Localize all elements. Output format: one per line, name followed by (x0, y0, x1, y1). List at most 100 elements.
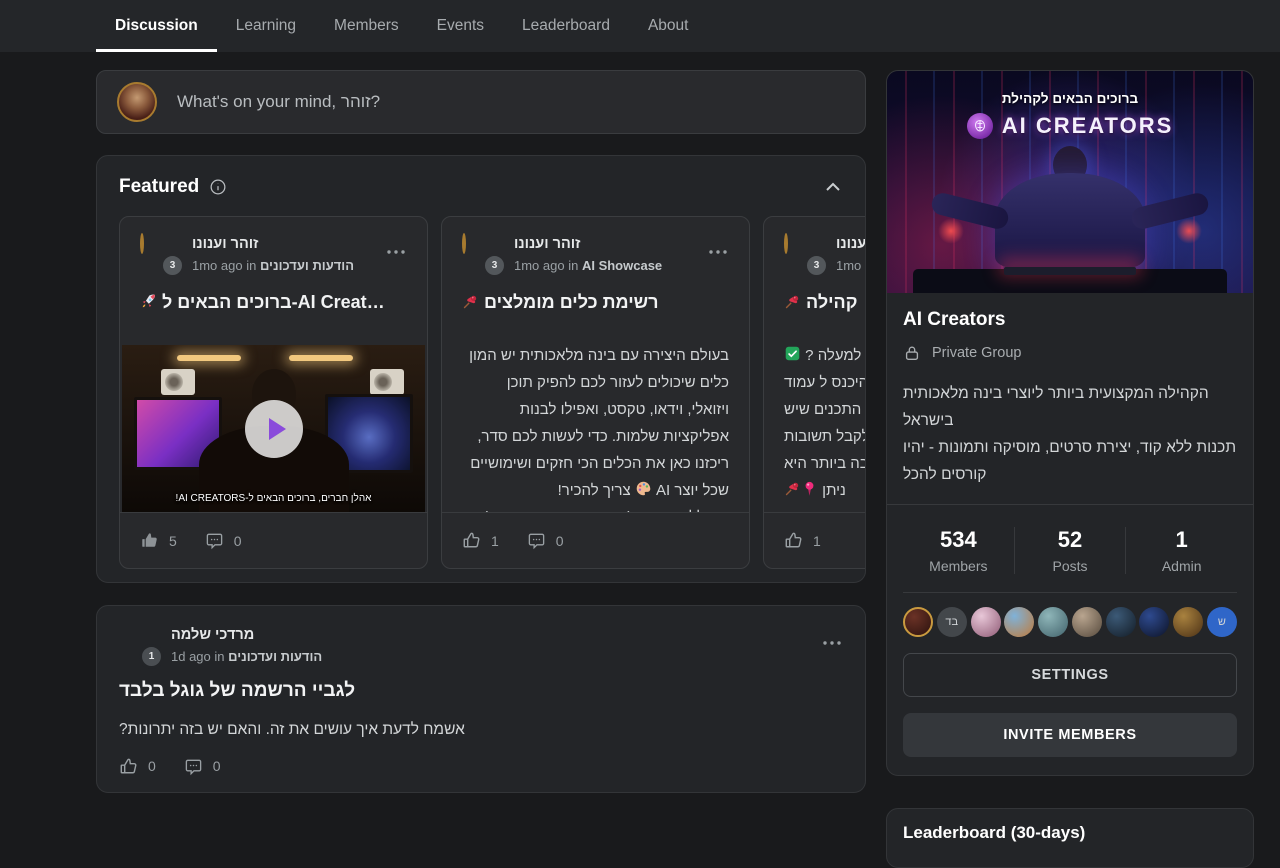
brain-icon (967, 113, 993, 139)
author-name[interactable]: זוהר וענונו (836, 235, 866, 254)
member-avatar[interactable] (1139, 607, 1169, 637)
group-privacy: Private Group (903, 344, 1237, 362)
check-icon (784, 344, 801, 361)
group-description: הקהילה המקצועית ביותר ליוצרי בינה מלאכות… (903, 380, 1237, 488)
video-thumbnail[interactable]: אהלן חברים, ברוכים הבאים ל-AI CREATORS! (122, 345, 425, 512)
tab-learning[interactable]: Learning (217, 0, 315, 52)
author-name[interactable]: מרדכי שלמה (171, 626, 322, 645)
composer-prompt: What's on your mind, זוהר? (177, 92, 380, 112)
pushpin-icon (784, 479, 801, 496)
stat-admin[interactable]: 1 Admin (1125, 527, 1237, 574)
member-avatar[interactable]: בד (937, 607, 967, 637)
level-badge: 3 (160, 253, 185, 278)
rocket-icon (140, 293, 157, 310)
post-meta: 1mo ago in הודעות ועדכונים (192, 258, 354, 273)
featured-title: Featured (119, 176, 199, 198)
member-avatar[interactable] (1004, 607, 1034, 637)
like-button[interactable]: 0 (119, 757, 156, 776)
post-body: אשמח לדעת איך עושים את זה. והאם יש בזה י… (119, 721, 843, 739)
author-avatar[interactable] (140, 233, 144, 254)
like-count: 1 (491, 533, 499, 549)
post-menu-dots-icon[interactable] (821, 630, 843, 652)
category-link[interactable]: הודעות ועדכונים (228, 649, 322, 664)
post-title[interactable]: קהילה (784, 291, 866, 312)
tab-discussion[interactable]: Discussion (96, 0, 217, 52)
invite-members-button[interactable]: INVITE MEMBERS (903, 713, 1237, 757)
member-avatar[interactable]: ש (1207, 607, 1237, 637)
current-user-avatar[interactable] (117, 82, 157, 122)
like-button[interactable]: 5 (140, 531, 177, 550)
video-caption: אהלן חברים, ברוכים הבאים ל-AI CREATORS! (122, 493, 425, 504)
studio-light (177, 355, 241, 361)
banner-hand-glow (1176, 218, 1202, 244)
author-name[interactable]: זוהר וענונו (514, 235, 662, 254)
category-link[interactable]: AI Showcase (582, 258, 662, 273)
group-tabs-nav: DiscussionLearningMembersEventsLeaderboa… (0, 0, 1280, 52)
author-avatar[interactable] (784, 233, 788, 254)
featured-post-card-2[interactable]: 3 זוהר וענונו 1mo ago in AI Showcase רשי… (441, 216, 750, 569)
like-button[interactable]: 1 (784, 531, 821, 550)
speaker (161, 369, 195, 395)
level-badge: 1 (139, 644, 164, 669)
like-count: 0 (148, 758, 156, 774)
divider (887, 504, 1253, 505)
settings-button[interactable]: SETTINGS (903, 653, 1237, 697)
group-name: AI Creators (903, 309, 1237, 331)
stat-members[interactable]: 534 Members (903, 527, 1014, 574)
featured-post-card-3[interactable]: 3 זוהר וענונו 1mo ago in הודעות ועדכונים… (763, 216, 866, 569)
palette-icon (635, 479, 652, 496)
post-menu-dots-icon[interactable] (707, 239, 729, 261)
play-button-icon[interactable] (245, 400, 303, 458)
banner-group-title: AI CREATORS (1002, 113, 1174, 139)
comment-count: 0 (213, 758, 221, 774)
post-meta: 1mo ago in הודעות ועדכונים (836, 258, 866, 273)
featured-post-card-1[interactable]: 3 זוהר וענונו 1mo ago in הודעות ועדכונים… (119, 216, 428, 569)
comment-count: 0 (234, 533, 242, 549)
banner-figure (995, 173, 1145, 268)
comment-button[interactable]: 0 (184, 757, 221, 776)
lock-icon (903, 344, 921, 362)
speaker (370, 369, 404, 395)
member-avatar[interactable] (971, 607, 1001, 637)
collapse-featured-chevron-up-icon[interactable] (825, 182, 841, 192)
post-composer[interactable]: What's on your mind, זוהר? (96, 70, 866, 134)
category-link[interactable]: הודעות ועדכונים (260, 258, 354, 273)
banner-hand-glow (938, 218, 964, 244)
feed-post-card[interactable]: 1 מרדכי שלמה 1d ago in הודעות ועדכונים ל… (96, 605, 866, 793)
member-avatar[interactable] (1173, 607, 1203, 637)
post-title[interactable]: רשימת כלים מומלצים (462, 291, 729, 312)
tab-events[interactable]: Events (418, 0, 503, 52)
post-menu-dots-icon[interactable] (385, 239, 407, 261)
member-avatar[interactable] (903, 607, 933, 637)
group-stats: 534 Members 52 Posts 1 Admin (903, 521, 1237, 576)
divider (903, 592, 1237, 593)
comment-button[interactable]: 0 (205, 531, 242, 550)
group-banner-image[interactable]: ברוכים הבאים לקהילת AI CREATORS (887, 71, 1253, 293)
author-name[interactable]: זוהר וענונו (192, 235, 354, 254)
pushpin-icon (784, 293, 801, 310)
tab-leaderboard[interactable]: Leaderboard (503, 0, 629, 52)
post-title[interactable]: ברוכים הבאים ל-AI Creat… (140, 291, 407, 314)
member-avatar[interactable] (1072, 607, 1102, 637)
featured-section: Featured 3 זוהר וענונו 1mo ago in הוד (96, 155, 866, 583)
post-meta: 1mo ago in AI Showcase (514, 258, 662, 273)
post-body: ? למעלה היכנס ל עמוד התכנים שיש לקבל תשו… (784, 342, 866, 512)
post-title[interactable]: לגביי הרשמה של גוגל בלבד (119, 680, 843, 702)
tab-about[interactable]: About (629, 0, 708, 52)
group-info-card: ברוכים הבאים לקהילת AI CREATORS AI Creat… (886, 70, 1254, 776)
tab-members[interactable]: Members (315, 0, 418, 52)
author-avatar[interactable] (462, 233, 466, 254)
studio-light (289, 355, 353, 361)
feed-column: What's on your mind, זוהר? Featured 3 (96, 70, 866, 793)
member-avatar[interactable] (1038, 607, 1068, 637)
stat-posts[interactable]: 52 Posts (1014, 527, 1126, 574)
info-icon[interactable] (209, 178, 227, 196)
post-body: בעולם היצירה עם בינה מלאכותית יש המון כל… (462, 342, 729, 512)
member-avatar[interactable] (1106, 607, 1136, 637)
level-badge: 3 (482, 253, 507, 278)
leaderboard-title: Leaderboard (30-days) (903, 823, 1237, 843)
level-badge: 3 (804, 253, 829, 278)
like-count: 1 (813, 533, 821, 549)
like-button[interactable]: 1 (462, 531, 499, 550)
comment-button[interactable]: 0 (527, 531, 564, 550)
